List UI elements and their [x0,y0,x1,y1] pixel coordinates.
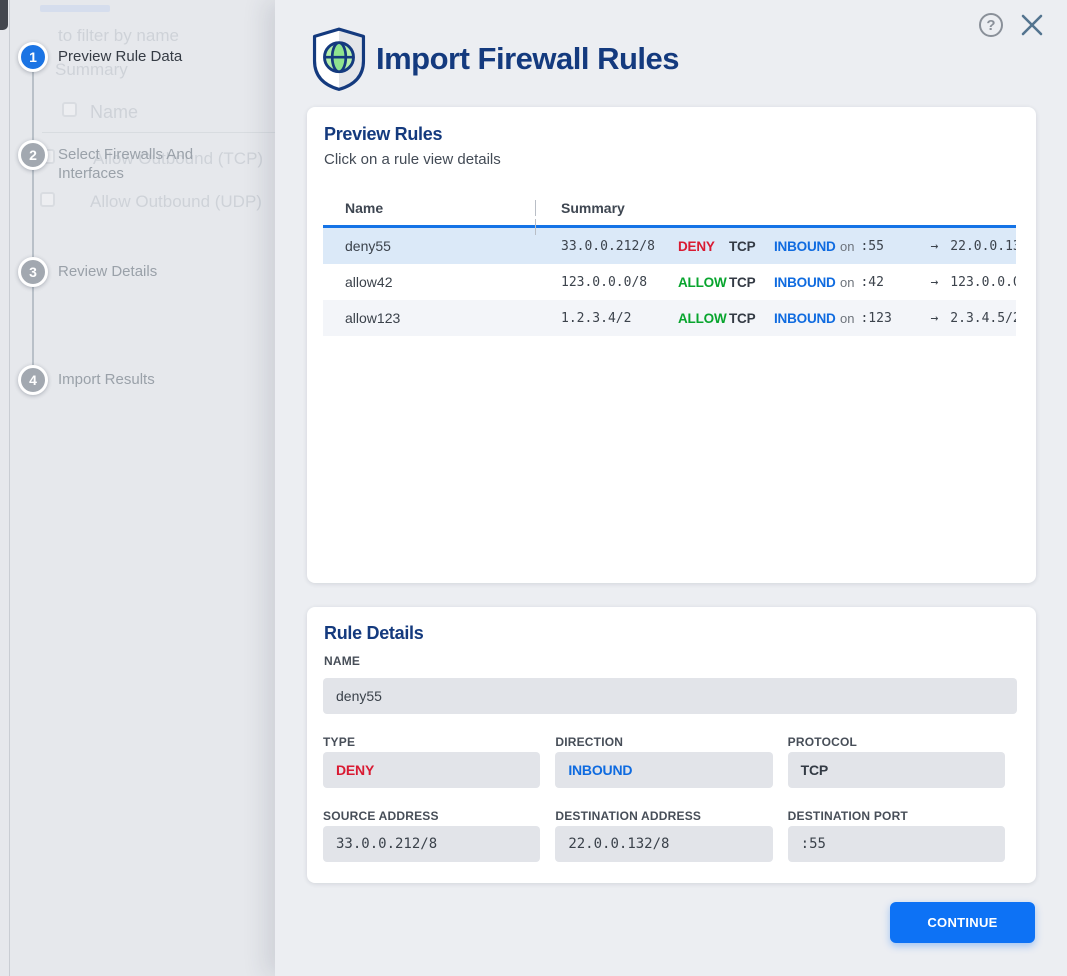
rule-port: :123 [860,311,908,326]
rule-on-word: on [840,311,854,326]
column-resize-handle[interactable] [535,200,540,216]
type-field: DENY [323,752,540,788]
rule-action: ALLOW [678,275,729,290]
rule-name: allow123 [323,310,561,326]
rules-table-header: Name Summary [323,191,1016,228]
rule-name: allow42 [323,274,561,290]
table-row-allow42[interactable]: allow42 123.0.0.0/8 ALLOW TCP INBOUND on… [323,264,1016,300]
table-row-allow123[interactable]: allow123 1.2.3.4/2 ALLOW TCP INBOUND on … [323,300,1016,336]
type-field-label: TYPE [323,735,540,749]
rule-destination: →2.3.4.5/2 [930,311,1016,326]
direction-field-label: DIRECTION [555,735,772,749]
arrow-icon: → [930,275,938,290]
arrow-icon: → [930,311,938,326]
stepper-step-import-results[interactable]: 4 Import Results [18,365,155,395]
arrow-icon: → [930,239,938,254]
rule-details-card: Rule Details NAME deny55 TYPE DIRECTION … [307,607,1036,883]
rule-direction: INBOUND [774,311,840,326]
wizard-stepper: 1 Preview Rule Data 2 Select Firewalls A… [0,0,275,976]
name-field: deny55 [323,678,1017,714]
step-3-circle: 3 [18,257,48,287]
stepper-step-preview-rule-data[interactable]: 1 Preview Rule Data [18,42,182,72]
close-icon[interactable] [1019,12,1045,38]
step-3-label: Review Details [58,257,157,281]
preview-rules-subtitle: Click on a rule view details [324,151,501,168]
rule-protocol: TCP [729,311,774,326]
rule-details-title: Rule Details [324,623,423,644]
shield-globe-icon [310,26,368,92]
preview-rules-title: Preview Rules [324,124,442,145]
rule-summary: 1.2.3.4/2 ALLOW TCP INBOUND on :123 →2.3… [561,311,1016,326]
destination-port-field: :55 [788,826,1005,862]
rule-on-word: on [840,239,854,254]
stepper-connector-line [32,60,34,382]
destination-address-field: 22.0.0.132/8 [555,826,772,862]
source-address-field-label: SOURCE ADDRESS [323,809,540,823]
rule-on-word: on [840,275,854,290]
preview-rules-card: Preview Rules Click on a rule view detai… [307,107,1036,583]
rule-summary: 33.0.0.212/8 DENY TCP INBOUND on :55 →22… [561,239,1016,254]
direction-field: INBOUND [555,752,772,788]
rule-source: 123.0.0.0/8 [561,275,678,290]
name-field-label: NAME [324,654,360,668]
rule-action: DENY [678,239,729,254]
help-icon[interactable]: ? [979,13,1003,37]
column-header-summary[interactable]: Summary [561,200,625,216]
step-1-label: Preview Rule Data [58,42,182,66]
modal-title: Import Firewall Rules [376,41,679,77]
stepper-step-select-firewalls[interactable]: 2 Select Firewalls And Interfaces [18,140,228,183]
step-2-label: Select Firewalls And Interfaces [58,140,228,183]
protocol-field: TCP [788,752,1005,788]
rule-name: deny55 [323,238,561,254]
step-1-circle: 1 [18,42,48,72]
table-row-deny55[interactable]: deny55 33.0.0.212/8 DENY TCP INBOUND on … [323,228,1016,264]
protocol-field-label: PROTOCOL [788,735,1005,749]
rules-table: Name Summary deny55 33.0.0.212/8 DENY TC… [323,191,1016,336]
step-4-label: Import Results [58,365,155,389]
rule-protocol: TCP [729,275,774,290]
rule-port: :55 [860,239,908,254]
destination-port-field-label: DESTINATION PORT [788,809,1005,823]
rule-destination: →22.0.0.132/8 [930,239,1016,254]
rule-direction: INBOUND [774,275,840,290]
rule-source: 1.2.3.4/2 [561,311,678,326]
rule-destination: →123.0.0.0/8 [930,275,1016,290]
import-firewall-rules-modal: ? Import Firewal [275,0,1067,976]
rule-action: ALLOW [678,311,729,326]
rule-protocol: TCP [729,239,774,254]
source-address-field: 33.0.0.212/8 [323,826,540,862]
rule-summary: 123.0.0.0/8 ALLOW TCP INBOUND on :42 →12… [561,275,1016,290]
stepper-step-review-details[interactable]: 3 Review Details [18,257,157,287]
step-2-circle: 2 [18,140,48,170]
continue-button[interactable]: CONTINUE [890,902,1035,943]
step-4-circle: 4 [18,365,48,395]
destination-address-field-label: DESTINATION ADDRESS [555,809,772,823]
column-header-name[interactable]: Name [323,200,561,216]
rule-source: 33.0.0.212/8 [561,239,678,254]
rule-direction: INBOUND [774,239,840,254]
rule-port: :42 [860,275,908,290]
